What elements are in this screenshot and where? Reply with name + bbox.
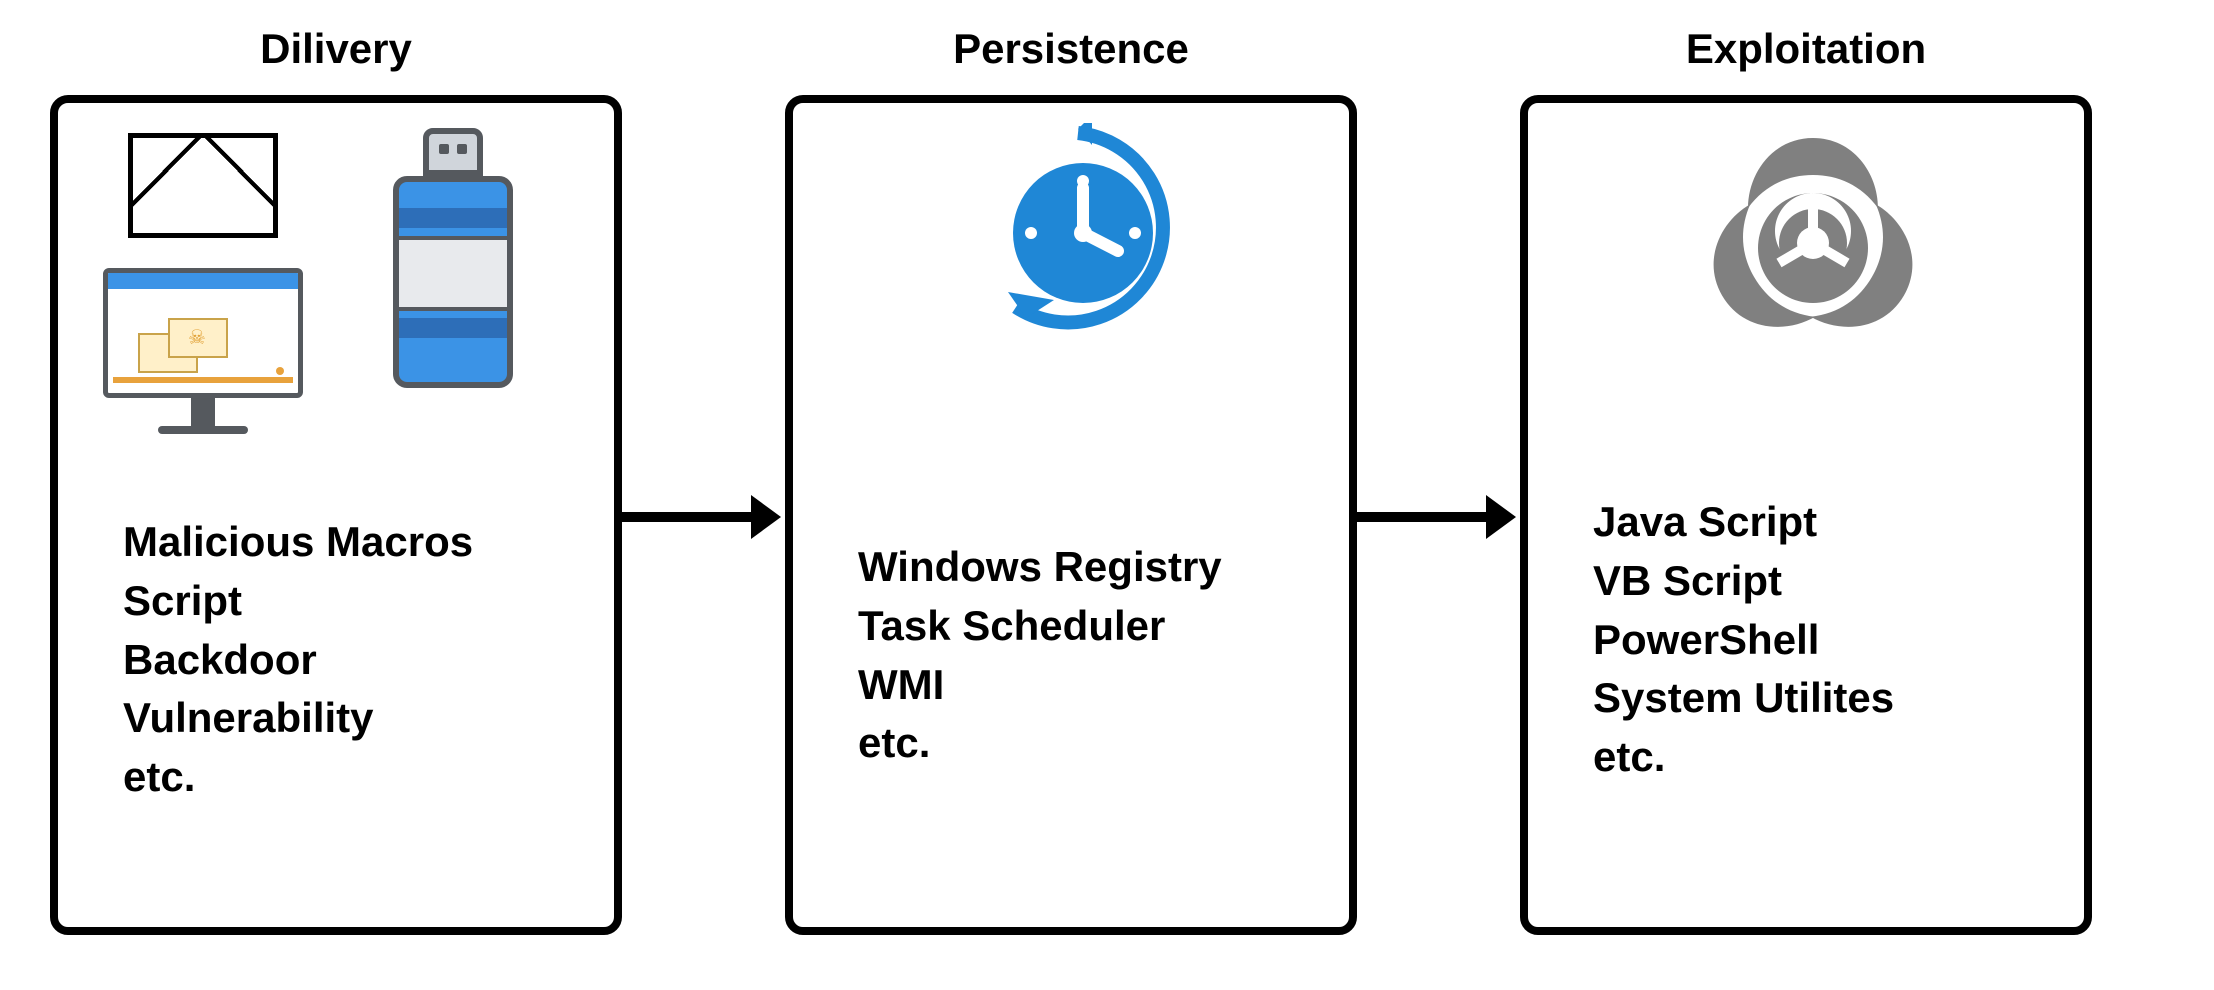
stage-title-delivery: Dilivery [50,25,622,73]
clock-scheduler-icon [968,123,1188,368]
stage-title-persistence: Persistence [785,25,1357,73]
list-item: etc. [1593,728,1894,787]
list-item: etc. [123,748,473,807]
list-item: System Utilites [1593,669,1894,728]
list-item: Java Script [1593,493,1894,552]
list-item: Malicious Macros [123,513,473,572]
infected-computer-icon: ☠ [103,268,303,448]
exploitation-list: Java Script VB Script PowerShell System … [1593,493,1894,787]
envelope-icon [128,133,278,238]
list-item: Windows Registry [858,538,1222,597]
stage-title-exploitation: Exploitation [1520,25,2092,73]
list-item: Backdoor [123,631,473,690]
usb-drive-icon [393,128,513,388]
list-item: VB Script [1593,552,1894,611]
list-item: PowerShell [1593,611,1894,670]
delivery-list: Malicious Macros Script Backdoor Vulnera… [123,513,473,807]
list-item: etc. [858,714,1222,773]
stage-box-exploitation: Java Script VB Script PowerShell System … [1520,95,2092,935]
list-item: Task Scheduler [858,597,1222,656]
stage-box-delivery: ☠ Malicious Macros Script Backdoor Vulne… [50,95,622,935]
delivery-icons: ☠ [88,128,588,448]
arrow-delivery-to-persistence [622,495,781,539]
list-item: Vulnerability [123,689,473,748]
biohazard-icon [1693,123,1933,358]
list-item: WMI [858,656,1222,715]
arrow-persistence-to-exploitation [1357,495,1516,539]
persistence-list: Windows Registry Task Scheduler WMI etc. [858,538,1222,773]
stage-box-persistence: Windows Registry Task Scheduler WMI etc. [785,95,1357,935]
list-item: Script [123,572,473,631]
